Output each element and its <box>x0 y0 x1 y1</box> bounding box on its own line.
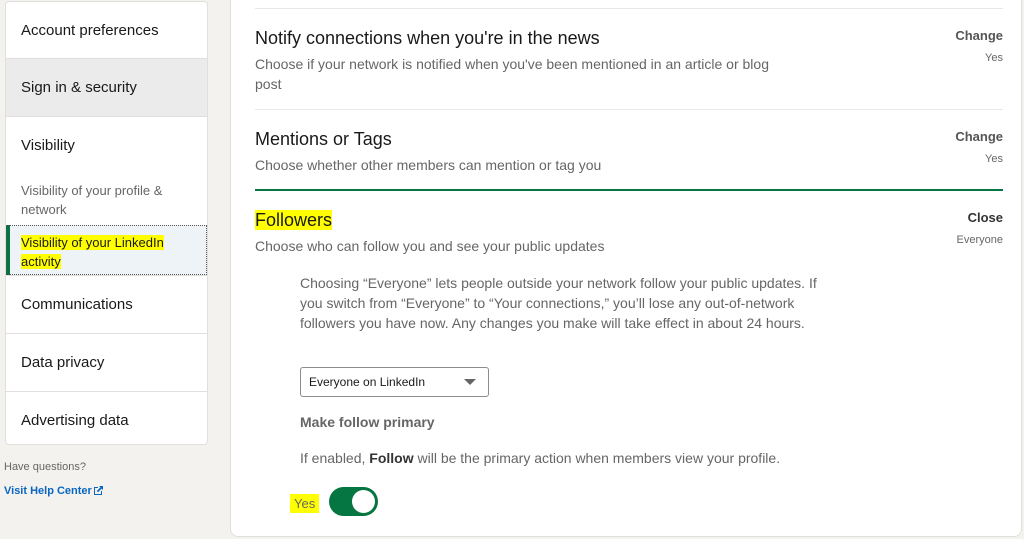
setting-title: Followers <box>255 210 333 230</box>
sidebar-item-sign-in-security[interactable]: Sign in & security <box>6 59 207 117</box>
toggle-knob <box>352 490 375 513</box>
sidebar-item-communications[interactable]: Communications <box>6 276 207 334</box>
sidebar-item-data-privacy[interactable]: Data privacy <box>6 334 207 392</box>
sidebar-subitem-label: Visibility of your LinkedIn activity <box>21 235 164 269</box>
caret-down-icon <box>464 379 476 385</box>
settings-main-card: Notify connections when you're in the ne… <box>230 0 1022 537</box>
make-follow-primary-label: Make follow primary <box>300 414 435 430</box>
close-button[interactable]: Close <box>968 210 1003 225</box>
followers-info: Choosing “Everyone” lets people outside … <box>300 273 830 333</box>
help-center-link[interactable]: Visit Help Center <box>4 485 104 497</box>
followers-info-text: Choosing “Everyone” lets people outside … <box>300 275 817 331</box>
sidebar-item-visibility[interactable]: Visibility <box>6 117 207 171</box>
divider <box>255 8 1003 9</box>
active-section-divider <box>255 189 1003 191</box>
sidebar-subitem-profile-network-visibility[interactable]: Visibility of your profile & network <box>6 171 207 225</box>
setting-followers: Followers Choose who can follow you and … <box>255 210 1003 256</box>
external-link-icon <box>93 486 103 495</box>
setting-title: Notify connections when you're in the ne… <box>255 28 600 48</box>
help-question-text: Have questions? <box>4 461 86 473</box>
setting-mentions-tags: Mentions or Tags Choose whether other me… <box>255 129 1003 175</box>
setting-description: Choose who can follow you and see your p… <box>255 238 605 254</box>
setting-value: Yes <box>985 153 1003 165</box>
sidebar-subitem-linkedin-activity-visibility[interactable]: Visibility of your LinkedIn activity <box>6 225 207 275</box>
sidebar-item-advertising-data[interactable]: Advertising data <box>6 392 207 444</box>
divider <box>255 109 1003 110</box>
desc-suffix: will be the primary action when members … <box>413 450 781 466</box>
make-follow-primary-description: If enabled, Follow will be the primary a… <box>300 450 780 466</box>
setting-notify-news: Notify connections when you're in the ne… <box>255 28 1003 94</box>
desc-prefix: If enabled, <box>300 450 370 466</box>
desc-bold: Follow <box>369 450 414 466</box>
setting-description: Choose whether other members can mention… <box>255 157 602 173</box>
setting-value: Everyone <box>956 234 1003 246</box>
select-value: Everyone on LinkedIn <box>309 375 426 389</box>
toggle-state-label: Yes <box>290 494 320 513</box>
setting-value: Yes <box>985 52 1003 64</box>
setting-description: Choose if your network is notified when … <box>255 56 769 92</box>
change-button[interactable]: Change <box>955 28 1003 43</box>
sidebar-item-account-preferences[interactable]: Account preferences <box>6 2 207 59</box>
settings-sidebar: Account preferences Sign in & security V… <box>5 1 208 445</box>
help-center-link-label: Visit Help Center <box>4 485 92 497</box>
setting-title: Mentions or Tags <box>255 129 392 149</box>
followers-audience-select[interactable]: Everyone on LinkedIn <box>300 367 489 397</box>
sidebar-section-visibility: Visibility Visibility of your profile & … <box>6 117 207 276</box>
make-follow-primary-toggle[interactable] <box>329 487 378 516</box>
change-button[interactable]: Change <box>955 129 1003 144</box>
